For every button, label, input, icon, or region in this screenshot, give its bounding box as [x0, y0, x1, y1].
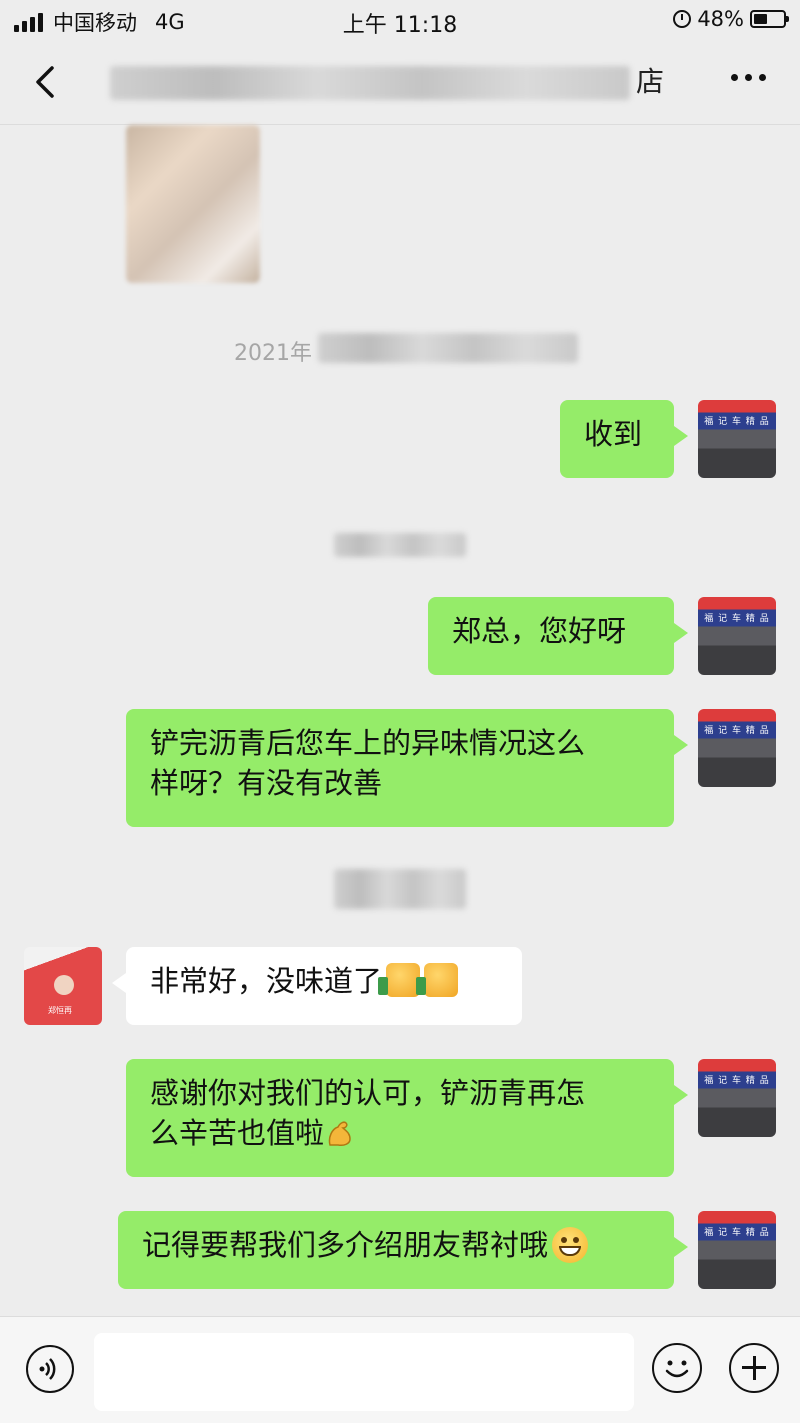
title-fragment: 店: [635, 65, 664, 98]
timestamp-text: 2021年: [234, 341, 312, 366]
chat-area[interactable]: 2021年 收到 福 记 车 精 品 郑总，您好呀 福 记 车 精 品 铲完沥青…: [0, 125, 800, 1315]
shop-sign-text: 福 记 车 精 品: [704, 417, 770, 427]
shop-sign-text: 福 记 车 精 品: [704, 1228, 770, 1238]
message-text: 收到: [584, 417, 643, 451]
back-button[interactable]: [28, 58, 68, 106]
message-bubble-sent[interactable]: 记得要帮我们多介绍朋友帮衬哦: [118, 1211, 688, 1289]
chat-header: 店: [0, 40, 800, 125]
chat-title: 店: [110, 60, 670, 104]
message-text: 非常好，没味道了: [150, 964, 383, 998]
status-right: 48%: [673, 7, 789, 31]
message-input[interactable]: [94, 1333, 634, 1411]
message-text: 记得要帮我们多介绍朋友帮衬哦: [142, 1228, 549, 1262]
shop-sign-text: 福 记 车 精 品: [704, 614, 770, 624]
message-bubble-received[interactable]: 非常好，没味道了: [112, 947, 522, 1025]
voice-button[interactable]: [26, 1345, 74, 1393]
emoji-button[interactable]: [652, 1343, 702, 1393]
my-avatar[interactable]: 福 记 车 精 品: [698, 400, 776, 478]
shop-sign-text: 福 记 车 精 品: [704, 726, 770, 736]
message-bubble-sent[interactable]: 郑总，您好呀: [428, 597, 688, 675]
contact-avatar[interactable]: 郑恒再: [24, 947, 102, 1025]
voice-icon: [39, 1358, 56, 1380]
message-text-line: 铲完沥青后您车上的异味情况这么: [150, 726, 586, 760]
my-avatar[interactable]: 福 记 车 精 品: [698, 597, 776, 675]
blurred-timestamp: [318, 333, 578, 363]
alarm-icon: [673, 10, 692, 28]
input-bar: [0, 1316, 800, 1423]
blurred-title: [110, 66, 630, 100]
my-avatar[interactable]: 福 记 车 精 品: [698, 1211, 776, 1289]
status-bar: 中国移动 4G 上午 11:18 48%: [0, 0, 800, 40]
card-name-text: 郑恒再: [48, 1006, 72, 1015]
message-bubble-sent[interactable]: 感谢你对我们的认可，铲沥青再怎 么辛苦也值啦: [126, 1059, 688, 1177]
message-text-line: 样呀？有没有改善: [150, 766, 383, 800]
blurred-timestamp: [334, 533, 466, 557]
blurred-image-message[interactable]: [126, 125, 260, 283]
chevron-left-icon: [36, 66, 54, 98]
timestamp-divider: 2021年: [234, 335, 312, 367]
message-text-line: 么辛苦也值啦: [150, 1116, 325, 1150]
ellipsis-icon: [731, 74, 738, 81]
thumbs-up-icon: [378, 963, 421, 997]
battery-percent: 48%: [697, 7, 744, 31]
message-bubble-sent[interactable]: 收到: [560, 400, 688, 478]
grinning-face-icon: [552, 1227, 589, 1263]
battery-icon: [750, 10, 789, 28]
thumbs-up-icon: [416, 963, 459, 997]
message-text: 郑总，您好呀: [452, 614, 627, 648]
smiley-icon: [665, 1360, 689, 1378]
message-bubble-sent[interactable]: 铲完沥青后您车上的异味情况这么 样呀？有没有改善: [126, 709, 688, 827]
my-avatar[interactable]: 福 记 车 精 品: [698, 709, 776, 787]
plus-button[interactable]: [729, 1343, 779, 1393]
avatar-face: [54, 975, 74, 995]
more-button[interactable]: [731, 74, 766, 81]
blurred-timestamp: [334, 869, 466, 909]
battery-fill: [754, 14, 768, 24]
message-text-line: 感谢你对我们的认可，铲沥青再怎: [150, 1076, 586, 1110]
flexed-biceps-icon: [328, 1121, 351, 1146]
my-avatar[interactable]: 福 记 车 精 品: [698, 1059, 776, 1137]
shop-sign-text: 福 记 车 精 品: [704, 1076, 770, 1086]
